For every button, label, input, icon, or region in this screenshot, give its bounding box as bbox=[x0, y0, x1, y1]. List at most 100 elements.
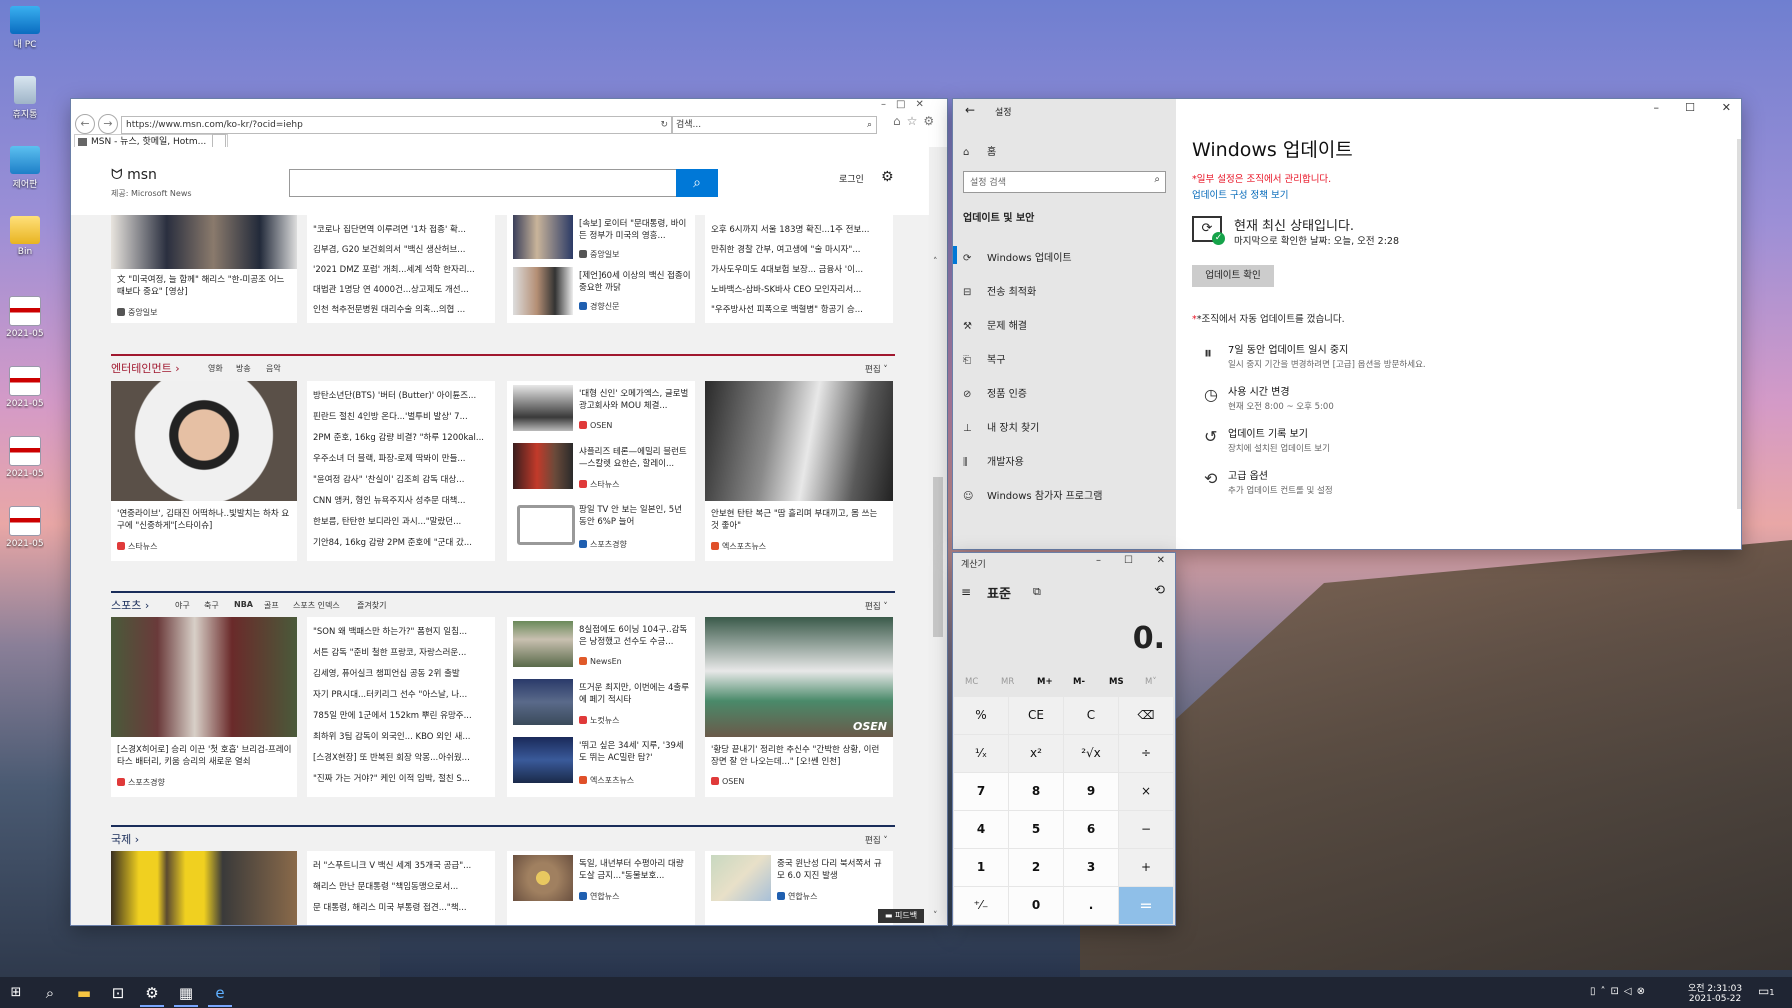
section-tab[interactable]: 방송 bbox=[236, 363, 251, 374]
msn-settings-gear-icon[interactable]: ⚙ bbox=[881, 169, 894, 185]
feedback-button[interactable]: ▬ 피드백 bbox=[878, 909, 924, 923]
key-plus[interactable]: + bbox=[1119, 849, 1173, 886]
key-4[interactable]: 4 bbox=[954, 811, 1008, 848]
memory-list-button[interactable]: M˅ bbox=[1145, 677, 1157, 687]
news-card[interactable]: 文 "미국여정, 늘 함께" 해리스 "한-미공조 어느 때보다 중요" [영상… bbox=[111, 215, 297, 323]
key-square[interactable]: x² bbox=[1009, 735, 1063, 772]
section-tab[interactable]: 음악 bbox=[266, 363, 281, 374]
status-icon[interactable]: ⊗ bbox=[1637, 986, 1650, 997]
section-title-entertainment[interactable]: 엔터테인먼트 › bbox=[111, 360, 180, 376]
windows-start-icon[interactable]: ⊞ bbox=[4, 981, 28, 1005]
news-card[interactable]: 안보현 탄탄 복근 "땀 흘리며 부대끼고, 몸 쓰는 것 좋아" 엑스포츠뉴스 bbox=[705, 381, 893, 561]
key-minus[interactable]: − bbox=[1119, 811, 1173, 848]
nav-troubleshoot[interactable]: ⚒ 문제 해결 bbox=[963, 317, 1027, 332]
key-5[interactable]: 5 bbox=[1009, 811, 1063, 848]
key-6[interactable]: 6 bbox=[1064, 811, 1118, 848]
memory-clear-button[interactable]: MC bbox=[965, 677, 978, 687]
refresh-icon[interactable]: ↻ bbox=[660, 117, 668, 133]
minimize-icon[interactable]: – bbox=[881, 99, 896, 110]
history-icon[interactable]: ⟲ bbox=[1154, 583, 1165, 598]
new-tab-button[interactable] bbox=[212, 134, 226, 148]
memory-recall-button[interactable]: MR bbox=[1001, 677, 1014, 687]
option-update-history[interactable]: ↺ 업데이트 기록 보기 장치에 설치된 업데이트 보기 bbox=[1204, 425, 1330, 454]
headline-link[interactable]: 김부겸, G20 보건회의서 "백신 생산허브... bbox=[313, 243, 485, 255]
option-advanced[interactable]: ⟲ 고급 옵션 추가 업데이트 컨트롤 및 설정 bbox=[1204, 467, 1333, 496]
file-explorer-icon[interactable]: ▬ bbox=[72, 981, 96, 1005]
section-tab[interactable]: 즐겨찾기 bbox=[357, 600, 386, 611]
desktop-icon-recycle-bin[interactable]: 휴지통 bbox=[6, 76, 44, 120]
calculator-icon[interactable]: ▦ bbox=[174, 981, 198, 1007]
desktop-icon-bin-folder[interactable]: Bin bbox=[6, 216, 44, 257]
network-icon[interactable]: ⊡ bbox=[1611, 986, 1624, 997]
ie-scrollbar[interactable]: ˄ ˅ bbox=[929, 147, 947, 925]
key-2[interactable]: 2 bbox=[1009, 849, 1063, 886]
back-arrow-icon[interactable]: ← bbox=[965, 103, 975, 117]
desktop-icon-control-panel[interactable]: 제어판 bbox=[6, 146, 44, 190]
scroll-up-icon[interactable]: ˄ bbox=[933, 257, 938, 267]
star-icon[interactable]: ☆ bbox=[907, 114, 924, 128]
key-multiply[interactable]: × bbox=[1119, 773, 1173, 810]
edit-button[interactable]: 편집 ˅ bbox=[865, 363, 888, 375]
store-icon[interactable]: ⊡ bbox=[106, 981, 130, 1005]
section-title-sports[interactable]: 스포츠 › bbox=[111, 597, 149, 613]
news-card[interactable]: OSEN '황당 끝내기' 정리한 추신수 "간박한 상황, 이런 장면 잘 안… bbox=[705, 617, 893, 797]
section-tab[interactable]: 스포츠 인덱스 bbox=[293, 600, 340, 611]
scroll-down-icon[interactable]: ˅ bbox=[933, 911, 938, 921]
settings-gear-icon[interactable]: ⚙ bbox=[140, 981, 164, 1007]
key-equals[interactable]: = bbox=[1119, 887, 1173, 924]
key-0[interactable]: 0 bbox=[1009, 887, 1063, 924]
news-card[interactable]: '연중라이브', 김태진 어떡하나..빛발치는 하차 요구에 "신중하게"[스타… bbox=[111, 381, 297, 561]
key-1[interactable]: 1 bbox=[954, 849, 1008, 886]
key-reciprocal[interactable]: ¹⁄ₓ bbox=[954, 735, 1008, 772]
back-icon[interactable]: ← bbox=[75, 114, 95, 134]
desktop-icon-this-pc[interactable]: 내 PC bbox=[6, 6, 44, 50]
memory-add-button[interactable]: M+ bbox=[1037, 677, 1053, 687]
scroll-thumb[interactable] bbox=[933, 477, 943, 637]
maximize-icon[interactable]: ☐ bbox=[1124, 555, 1133, 566]
ie-search-box[interactable]: 검색... ⌕ bbox=[671, 116, 877, 134]
desktop-icon-screenshot-3[interactable]: 2021-05-2... bbox=[6, 436, 44, 479]
section-tab[interactable]: 골프 bbox=[264, 600, 279, 611]
gear-icon[interactable]: ⚙ bbox=[923, 114, 940, 128]
login-link[interactable]: 로그인 bbox=[839, 172, 864, 185]
msn-search-button[interactable]: ⌕ bbox=[676, 169, 718, 197]
key-percent[interactable]: % bbox=[954, 697, 1008, 734]
msn-logo[interactable]: ᗢ msn bbox=[111, 167, 157, 183]
memory-store-button[interactable]: MS bbox=[1109, 677, 1124, 687]
notification-center-icon[interactable]: ▭1 bbox=[1758, 984, 1774, 998]
close-icon[interactable]: ✕ bbox=[1722, 101, 1731, 114]
desktop-icon-screenshot-4[interactable]: 2021-05-2... bbox=[6, 506, 44, 549]
edit-button[interactable]: 편집 ˅ bbox=[865, 600, 888, 612]
nav-insider[interactable]: ☺ Windows 참가자 프로그램 bbox=[963, 487, 1102, 502]
key-clear[interactable]: C bbox=[1064, 697, 1118, 734]
key-clear-entry[interactable]: CE bbox=[1009, 697, 1063, 734]
key-negate[interactable]: ⁺⁄₋ bbox=[954, 887, 1008, 924]
nav-delivery-optimization[interactable]: ⊟ 전송 최적화 bbox=[963, 283, 1036, 298]
key-9[interactable]: 9 bbox=[1064, 773, 1118, 810]
maximize-icon[interactable]: ☐ bbox=[1685, 101, 1695, 114]
close-icon[interactable]: ✕ bbox=[1157, 555, 1165, 566]
headline-link[interactable]: 대법관 1명당 연 4000건...상고제도 개선... bbox=[313, 283, 485, 295]
policy-link[interactable]: 업데이트 구성 정책 보기 bbox=[1192, 187, 1288, 201]
key-7[interactable]: 7 bbox=[954, 773, 1008, 810]
option-pause-updates[interactable]: ⏸ 7일 동안 업데이트 일시 중지 일시 중지 기간을 변경하려면 [고급] … bbox=[1204, 341, 1426, 370]
keep-on-top-icon[interactable]: ⧉ bbox=[1033, 585, 1041, 599]
key-backspace[interactable]: ⌫ bbox=[1119, 697, 1173, 734]
search-icon[interactable]: ⌕ bbox=[867, 117, 872, 133]
nav-home[interactable]: ⌂ 홈 bbox=[963, 143, 996, 158]
internet-explorer-icon[interactable]: e bbox=[208, 981, 232, 1007]
nav-find-device[interactable]: ⊥ 내 장치 찾기 bbox=[963, 419, 1039, 434]
volume-icon[interactable]: ◁ bbox=[1624, 986, 1637, 997]
news-card[interactable] bbox=[111, 851, 297, 925]
nav-windows-update[interactable]: ⟳ Windows 업데이트 bbox=[963, 249, 1072, 264]
home-icon[interactable]: ⌂ bbox=[893, 114, 907, 128]
settings-search-input[interactable]: 설정 검색 ⌕ bbox=[963, 171, 1166, 193]
key-divide[interactable]: ÷ bbox=[1119, 735, 1173, 772]
check-updates-button[interactable]: 업데이트 확인 bbox=[1192, 265, 1274, 287]
section-tab[interactable]: 축구 bbox=[204, 600, 219, 611]
key-decimal[interactable]: . bbox=[1064, 887, 1118, 924]
msn-search-input[interactable] bbox=[289, 169, 677, 197]
news-card[interactable]: [스경X히어로] 승리 이끈 '첫 호흡' 브리검-프레이타스 배터리, 키움 … bbox=[111, 617, 297, 797]
hamburger-icon[interactable]: ≡ bbox=[961, 585, 971, 599]
desktop-icon-screenshot-2[interactable]: 2021-05-2... bbox=[6, 366, 44, 409]
